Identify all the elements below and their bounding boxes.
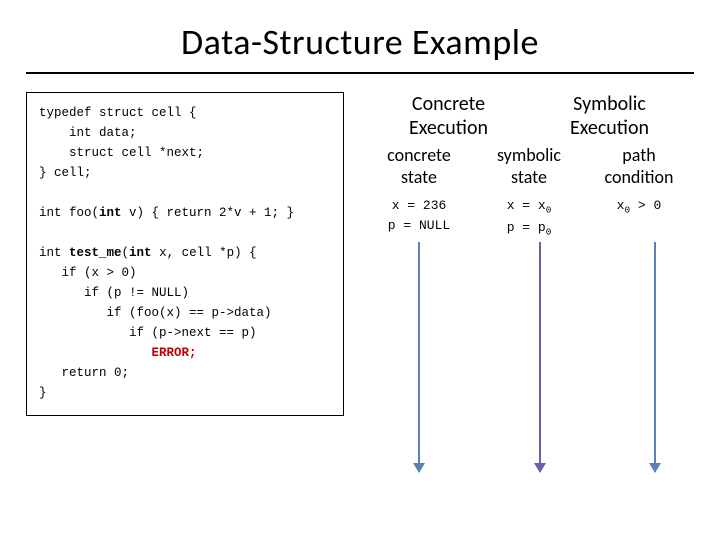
subscript-zero: 0 <box>546 226 552 237</box>
code-listing: typedef struct cell { int data; struct c… <box>26 92 344 416</box>
keyword-int: int <box>99 206 122 220</box>
arrow-down-icon <box>418 242 420 472</box>
subscript-zero: 0 <box>546 205 552 216</box>
heading-concrete-exec: Concrete Execution <box>368 92 529 140</box>
concrete-state-values: x = 236 p = NULL <box>364 196 474 239</box>
code-line <box>39 346 152 360</box>
top-headings: Concrete Execution Symbolic Execution <box>364 92 694 140</box>
execution-panel: Concrete Execution Symbolic Execution co… <box>364 92 694 416</box>
main-content: typedef struct cell { int data; struct c… <box>26 92 694 416</box>
code-line: return 0; <box>39 366 129 380</box>
code-line: } cell; <box>39 166 92 180</box>
sym-line: x = x <box>507 198 546 213</box>
arrow-down-icon <box>654 242 656 472</box>
code-line: if (foo(x) == p->data) <box>39 306 272 320</box>
symbolic-state-values: x = x0 p = p0 <box>474 196 584 239</box>
slide-title: Data-Structure Example <box>26 20 694 64</box>
path-condition-values: x0 > 0 <box>584 196 694 239</box>
sub-headings: concrete state symbolic state path condi… <box>364 144 694 188</box>
heading-symbolic-exec: Symbolic Execution <box>529 92 690 140</box>
title-divider <box>26 72 694 74</box>
code-line: if (p != NULL) <box>39 286 189 300</box>
code-line: int foo( <box>39 206 99 220</box>
func-name: test_me <box>69 246 122 260</box>
code-line: x, cell *p) { <box>152 246 257 260</box>
value-columns: x = 236 p = NULL x = x0 p = p0 x0 > 0 <box>364 196 694 239</box>
path-line: > 0 <box>630 198 661 213</box>
error-text: ERROR; <box>152 346 197 360</box>
heading-concrete-state: concrete state <box>364 144 474 188</box>
keyword-int: int <box>129 246 152 260</box>
code-line: if (x > 0) <box>39 266 137 280</box>
code-line: int <box>39 246 69 260</box>
code-line: v) { return 2*v + 1; } <box>122 206 295 220</box>
code-line: if (p->next == p) <box>39 326 257 340</box>
heading-path-condition: path condition <box>584 144 694 188</box>
code-line: } <box>39 386 47 400</box>
code-line: struct cell *next; <box>39 146 204 160</box>
code-line: int data; <box>39 126 137 140</box>
code-line: ( <box>122 246 130 260</box>
heading-symbolic-state: symbolic state <box>474 144 584 188</box>
code-line: typedef struct cell { <box>39 106 197 120</box>
sym-line: p = p <box>507 220 546 235</box>
arrow-down-icon <box>539 242 541 472</box>
